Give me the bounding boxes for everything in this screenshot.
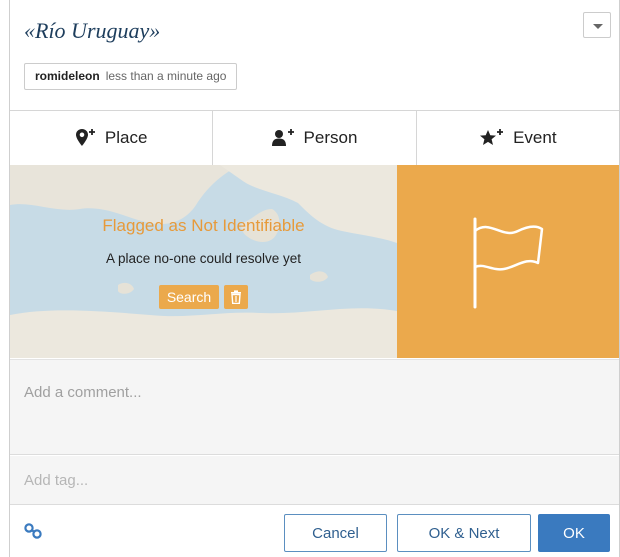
flag-panel: [397, 165, 619, 358]
ok-button[interactable]: OK: [538, 514, 610, 552]
page-title: «Río Uruguay»: [24, 18, 161, 43]
annotation-panel: «Río Uruguay» romideleon less than a minu…: [9, 0, 620, 557]
status-title: Flagged as Not Identifiable: [102, 216, 305, 235]
timestamp: less than a minute ago: [105, 69, 227, 83]
map-marker-plus-icon: [75, 129, 95, 146]
ok-next-button[interactable]: OK & Next: [397, 514, 531, 552]
tab-person[interactable]: Person: [213, 111, 417, 165]
delete-button[interactable]: [224, 285, 249, 309]
options-dropdown-button[interactable]: [583, 12, 611, 38]
link-icon[interactable]: [24, 523, 42, 539]
author-name[interactable]: romideleon: [35, 69, 100, 83]
cancel-button[interactable]: Cancel: [284, 514, 387, 552]
status-subtitle: A place no-one could resolve yet: [105, 251, 302, 266]
entity-tabs: Place Person Event: [10, 110, 619, 166]
tab-place[interactable]: Place: [10, 111, 214, 165]
search-button[interactable]: Search: [158, 285, 220, 309]
map-preview: Flagged as Not Identifiable A place no-o…: [10, 165, 397, 358]
tab-event[interactable]: Event: [417, 111, 619, 165]
tag-placeholder: Add tag...: [24, 472, 89, 489]
tab-event-label: Event: [513, 128, 557, 147]
map-actions: Search: [10, 285, 397, 309]
footer: Cancel OK & Next OK: [10, 505, 619, 557]
author-badge: romideleon less than a minute ago: [24, 63, 238, 90]
tab-person-label: Person: [303, 128, 358, 147]
flag-icon: [473, 217, 544, 308]
comment-placeholder: Add a comment...: [24, 384, 142, 401]
tab-place-label: Place: [104, 128, 148, 147]
comment-input[interactable]: Add a comment...: [10, 359, 619, 455]
star-plus-icon: [480, 129, 504, 145]
trash-icon: [231, 290, 242, 304]
user-plus-icon: [271, 129, 294, 146]
tag-input[interactable]: Add tag...: [10, 456, 619, 505]
